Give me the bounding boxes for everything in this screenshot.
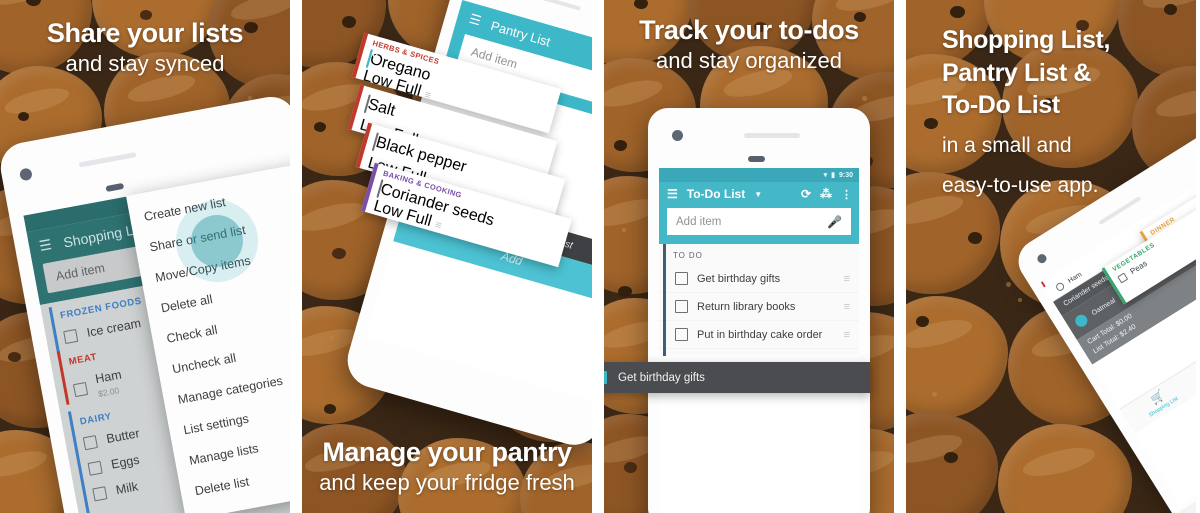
todo-item-label: Get birthday gifts (697, 272, 781, 285)
checkbox-icon[interactable] (675, 272, 688, 285)
app-screen: ▾ ▮ 9:30 ☰ To-Do List ▼ ⟳ ⁂ ⋮ Add item 🎤… (659, 168, 859, 513)
headline-line-2: and keep your fridge fresh (319, 470, 575, 496)
list-item-label: Eggs (109, 452, 141, 472)
panel-headline: Track your to-dos and stay organized (604, 15, 894, 75)
toast-label: Get birthday gifts (618, 371, 705, 384)
headline-line-2a: in a small and (942, 133, 1072, 157)
panel-manage-pantry: ☰ Pantry List ▼ Add item Add checked ite… (302, 0, 592, 513)
pantry-item-label: Salt (365, 95, 398, 120)
drag-handle-icon[interactable]: ≡ (844, 301, 851, 313)
wifi-icon: ▾ (823, 172, 828, 179)
panel-headline: Shopping List, Pantry List & To-Do List … (942, 24, 1182, 203)
todo-item[interactable]: Get birthday gifts ≡ (659, 265, 859, 293)
list-item-price: $2.00 (97, 385, 120, 399)
headline-line-2b: easy-to-use app. (942, 174, 1099, 198)
todo-item[interactable]: Return library books ≡ (659, 293, 859, 321)
headline-line-1c: To-Do List (942, 91, 1060, 119)
app-store-screenshot-strip: Share your lists and stay synced ▾ ▮ 9:3… (0, 0, 1200, 513)
checkbox-icon[interactable] (1116, 272, 1129, 284)
checkbox-icon[interactable] (1073, 312, 1090, 329)
checkbox-icon[interactable] (63, 328, 79, 344)
checkbox-icon[interactable] (92, 485, 108, 501)
hamburger-icon[interactable]: ☰ (38, 236, 53, 255)
speaker-grille (744, 133, 800, 138)
headline-line-1a: Shopping List, (942, 26, 1110, 54)
add-person-icon[interactable]: ⁂ (820, 187, 832, 201)
phone-mockup: ▾ ▮ 9:30 ☰ To-Do List ▼ ⟳ ⁂ ⋮ Add item 🎤… (648, 108, 870, 513)
panel-all-lists: Shopping List, Pantry List & To-Do List … (906, 0, 1196, 513)
selected-row-label: Oatmeal (1090, 296, 1117, 317)
todo-item-label: Return library books (697, 300, 796, 313)
drag-toast[interactable]: Get birthday gifts (604, 362, 870, 393)
speaker-grille (78, 152, 137, 168)
panel-headline: Share your lists and stay synced (0, 18, 290, 78)
list-item-label: Butter (105, 426, 141, 447)
headline-line-1b: Pantry List & (942, 58, 1091, 87)
panel-headline: Manage your pantry and keep your fridge … (302, 438, 592, 497)
earpiece (748, 156, 765, 162)
front-camera-icon (18, 167, 33, 182)
list-item-label: Ice cream (85, 316, 143, 340)
checkbox-icon[interactable] (87, 460, 103, 476)
panel-gap (592, 0, 604, 513)
section-color-bar (663, 244, 666, 356)
front-camera-icon (672, 130, 683, 141)
headline-line-1: Track your to-dos (639, 15, 859, 45)
status-bar: ▾ ▮ 9:30 (659, 168, 859, 182)
todo-item-label: Put in birthday cake order (697, 328, 823, 341)
section-label: TO DO (673, 251, 703, 260)
status-time: 9:30 (838, 171, 853, 179)
drag-handle-icon[interactable]: ≡ (423, 89, 432, 102)
add-item-placeholder: Add item (676, 215, 722, 228)
drag-handle-icon[interactable]: ≡ (844, 329, 851, 341)
checkbox-icon[interactable] (1054, 281, 1066, 293)
speaker-grille (529, 0, 581, 11)
checkbox-icon[interactable] (675, 300, 688, 313)
panel-gap (894, 0, 906, 513)
sync-icon[interactable]: ⟳ (801, 187, 811, 201)
add-item-input[interactable]: Add item 🎤 (667, 208, 851, 235)
checkbox-icon[interactable] (604, 369, 607, 384)
headline-line-1: Manage your pantry (322, 437, 572, 468)
tap-ripple-indicator (176, 200, 258, 282)
battery-icon: ▮ (831, 172, 835, 179)
todo-item[interactable]: Put in birthday cake order ≡ (659, 321, 859, 349)
checkbox-icon[interactable] (82, 434, 98, 450)
app-toolbar: ☰ To-Do List ▼ ⟳ ⁂ ⋮ Add item 🎤 (659, 182, 859, 244)
list-item-label: Ham (1066, 270, 1083, 285)
overflow-menu-icon[interactable]: ⋮ (841, 188, 852, 201)
hamburger-icon[interactable]: ☰ (467, 11, 482, 30)
drag-handle-icon[interactable]: ≡ (433, 219, 442, 232)
front-camera-icon (1035, 252, 1049, 265)
list-item-label: Ham (94, 367, 123, 387)
microphone-icon[interactable]: 🎤 (827, 215, 842, 229)
checkbox-icon[interactable] (675, 328, 688, 341)
earpiece (105, 182, 125, 193)
checkbox-icon[interactable] (72, 381, 89, 397)
list-item-label: Milk (114, 479, 140, 498)
panel-track-todos: Track your to-dos and stay organized ▾ ▮… (604, 0, 894, 513)
headline-line-1: Share your lists (46, 18, 244, 48)
drag-handle-icon[interactable]: ≡ (844, 273, 851, 285)
headline-line-2: and stay organized (656, 47, 842, 73)
hamburger-icon[interactable]: ☰ (667, 187, 678, 201)
panel-share-lists: Share your lists and stay synced ▾ ▮ 9:3… (0, 0, 290, 513)
headline-line-2: and stay synced (65, 50, 225, 76)
toolbar-title: To-Do List (686, 187, 746, 201)
add-item-placeholder: Add item (54, 260, 106, 284)
chevron-down-icon[interactable]: ▼ (754, 190, 762, 199)
panel-gap (290, 0, 302, 513)
